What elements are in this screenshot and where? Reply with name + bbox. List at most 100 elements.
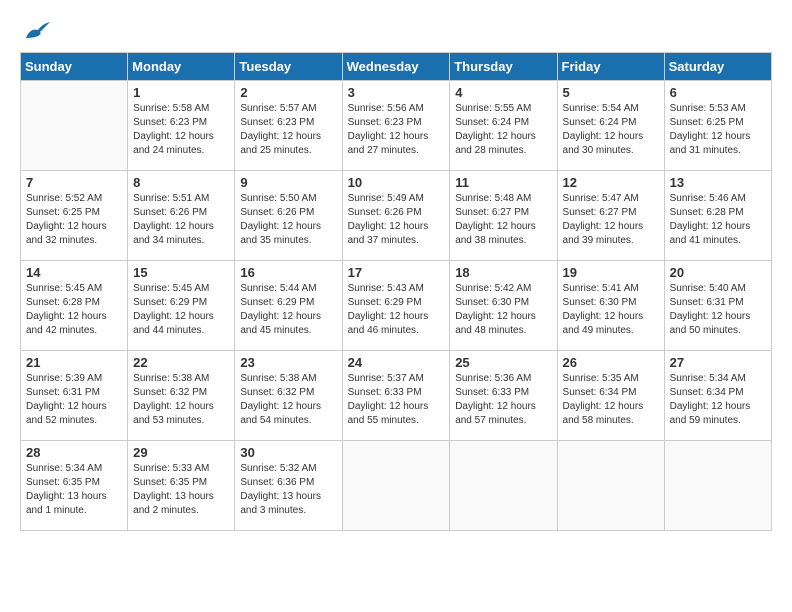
calendar-cell: 11 Sunrise: 5:48 AM Sunset: 6:27 PM Dayli… [450, 171, 557, 261]
calendar-week-0: 1 Sunrise: 5:58 AM Sunset: 6:23 PM Daylig… [21, 81, 772, 171]
day-info: Sunrise: 5:33 AM Sunset: 6:35 PM Dayligh… [133, 462, 229, 518]
day-info: Sunrise: 5:34 AM Sunset: 6:34 PM Dayligh… [670, 372, 766, 428]
day-info: Sunrise: 5:42 AM Sunset: 6:30 PM Dayligh… [455, 282, 551, 338]
day-info: Sunrise: 5:39 AM Sunset: 6:31 PM Dayligh… [26, 372, 122, 428]
calendar-week-1: 7 Sunrise: 5:52 AM Sunset: 6:25 PM Daylig… [21, 171, 772, 261]
day-number: 29 [133, 445, 229, 460]
day-number: 9 [240, 175, 336, 190]
day-info: Sunrise: 5:57 AM Sunset: 6:23 PM Dayligh… [240, 102, 336, 158]
day-number: 22 [133, 355, 229, 370]
calendar-cell: 21 Sunrise: 5:39 AM Sunset: 6:31 PM Dayli… [21, 351, 128, 441]
day-info: Sunrise: 5:47 AM Sunset: 6:27 PM Dayligh… [563, 192, 659, 248]
calendar-cell: 26 Sunrise: 5:35 AM Sunset: 6:34 PM Dayli… [557, 351, 664, 441]
day-number: 13 [670, 175, 766, 190]
calendar-cell: 29 Sunrise: 5:33 AM Sunset: 6:35 PM Dayli… [128, 441, 235, 531]
day-number: 28 [26, 445, 122, 460]
day-number: 24 [348, 355, 445, 370]
calendar-cell [664, 441, 771, 531]
calendar-cell: 16 Sunrise: 5:44 AM Sunset: 6:29 PM Dayli… [235, 261, 342, 351]
calendar-cell: 27 Sunrise: 5:34 AM Sunset: 6:34 PM Dayli… [664, 351, 771, 441]
calendar-cell: 23Sunrise: 5:38 AM Sunset: 6:32 PM Dayli… [235, 351, 342, 441]
calendar-cell: 22 Sunrise: 5:38 AM Sunset: 6:32 PM Dayli… [128, 351, 235, 441]
day-number: 3 [348, 85, 445, 100]
day-info: Sunrise: 5:53 AM Sunset: 6:25 PM Dayligh… [670, 102, 766, 158]
day-info: Sunrise: 5:58 AM Sunset: 6:23 PM Dayligh… [133, 102, 229, 158]
day-number: 27 [670, 355, 766, 370]
calendar-cell: 3 Sunrise: 5:56 AM Sunset: 6:23 PM Daylig… [342, 81, 450, 171]
calendar-table: SundayMondayTuesdayWednesdayThursdayFrid… [20, 52, 772, 531]
day-number: 26 [563, 355, 659, 370]
day-number: 10 [348, 175, 445, 190]
calendar-cell: 14 Sunrise: 5:45 AM Sunset: 6:28 PM Dayli… [21, 261, 128, 351]
day-number: 15 [133, 265, 229, 280]
day-info: Sunrise: 5:54 AM Sunset: 6:24 PM Dayligh… [563, 102, 659, 158]
day-info: Sunrise: 5:32 AM Sunset: 6:36 PM Dayligh… [240, 462, 336, 518]
calendar-cell: 24 Sunrise: 5:37 AM Sunset: 6:33 PM Dayli… [342, 351, 450, 441]
day-number: 11 [455, 175, 551, 190]
day-number: 20 [670, 265, 766, 280]
day-info: Sunrise: 5:34 AM Sunset: 6:35 PM Dayligh… [26, 462, 122, 518]
day-info: Sunrise: 5:46 AM Sunset: 6:28 PM Dayligh… [670, 192, 766, 248]
day-header-friday: Friday [557, 53, 664, 81]
calendar-cell: 19 Sunrise: 5:41 AM Sunset: 6:30 PM Dayli… [557, 261, 664, 351]
day-header-tuesday: Tuesday [235, 53, 342, 81]
day-number: 17 [348, 265, 445, 280]
day-info: Sunrise: 5:52 AM Sunset: 6:25 PM Dayligh… [26, 192, 122, 248]
day-info: Sunrise: 5:45 AM Sunset: 6:28 PM Dayligh… [26, 282, 122, 338]
logo [20, 20, 50, 42]
day-number: 6 [670, 85, 766, 100]
day-number: 18 [455, 265, 551, 280]
calendar-cell [450, 441, 557, 531]
day-number: 8 [133, 175, 229, 190]
day-info: Sunrise: 5:38 AM Sunset: 6:32 PM Dayligh… [133, 372, 229, 428]
day-number: 4 [455, 85, 551, 100]
day-header-sunday: Sunday [21, 53, 128, 81]
day-header-wednesday: Wednesday [342, 53, 450, 81]
day-number: 19 [563, 265, 659, 280]
calendar-cell: 6 Sunrise: 5:53 AM Sunset: 6:25 PM Daylig… [664, 81, 771, 171]
calendar-week-2: 14 Sunrise: 5:45 AM Sunset: 6:28 PM Dayli… [21, 261, 772, 351]
day-number: 23 [240, 355, 336, 370]
day-info: Sunrise: 5:45 AM Sunset: 6:29 PM Dayligh… [133, 282, 229, 338]
calendar-cell: 28 Sunrise: 5:34 AM Sunset: 6:35 PM Dayli… [21, 441, 128, 531]
day-number: 1 [133, 85, 229, 100]
calendar-cell: 15 Sunrise: 5:45 AM Sunset: 6:29 PM Dayli… [128, 261, 235, 351]
day-number: 16 [240, 265, 336, 280]
day-header-thursday: Thursday [450, 53, 557, 81]
day-info: Sunrise: 5:48 AM Sunset: 6:27 PM Dayligh… [455, 192, 551, 248]
calendar-cell: 1 Sunrise: 5:58 AM Sunset: 6:23 PM Daylig… [128, 81, 235, 171]
calendar-cell: 30 Sunrise: 5:32 AM Sunset: 6:36 PM Dayli… [235, 441, 342, 531]
day-info: Sunrise: 5:41 AM Sunset: 6:30 PM Dayligh… [563, 282, 659, 338]
day-info: Sunrise: 5:40 AM Sunset: 6:31 PM Dayligh… [670, 282, 766, 338]
day-info: Sunrise: 5:51 AM Sunset: 6:26 PM Dayligh… [133, 192, 229, 248]
calendar-week-3: 21 Sunrise: 5:39 AM Sunset: 6:31 PM Dayli… [21, 351, 772, 441]
calendar-cell: 10 Sunrise: 5:49 AM Sunset: 6:26 PM Dayli… [342, 171, 450, 261]
day-number: 7 [26, 175, 122, 190]
calendar-header-row: SundayMondayTuesdayWednesdayThursdayFrid… [21, 53, 772, 81]
day-number: 12 [563, 175, 659, 190]
day-number: 14 [26, 265, 122, 280]
day-info: Sunrise: 5:55 AM Sunset: 6:24 PM Dayligh… [455, 102, 551, 158]
day-number: 30 [240, 445, 336, 460]
day-number: 21 [26, 355, 122, 370]
logo-bird-icon [22, 20, 50, 42]
day-info: Sunrise: 5:44 AM Sunset: 6:29 PM Dayligh… [240, 282, 336, 338]
day-number: 5 [563, 85, 659, 100]
calendar-cell [557, 441, 664, 531]
calendar-cell: 20 Sunrise: 5:40 AM Sunset: 6:31 PM Dayli… [664, 261, 771, 351]
calendar-cell: 7 Sunrise: 5:52 AM Sunset: 6:25 PM Daylig… [21, 171, 128, 261]
calendar-cell: 17Sunrise: 5:43 AM Sunset: 6:29 PM Dayli… [342, 261, 450, 351]
calendar-cell: 18 Sunrise: 5:42 AM Sunset: 6:30 PM Dayli… [450, 261, 557, 351]
calendar-cell: 8 Sunrise: 5:51 AM Sunset: 6:26 PM Daylig… [128, 171, 235, 261]
calendar-cell [21, 81, 128, 171]
calendar-cell: 9Sunrise: 5:50 AM Sunset: 6:26 PM Daylig… [235, 171, 342, 261]
calendar-cell: 25Sunrise: 5:36 AM Sunset: 6:33 PM Dayli… [450, 351, 557, 441]
calendar-week-4: 28 Sunrise: 5:34 AM Sunset: 6:35 PM Dayli… [21, 441, 772, 531]
day-info: Sunrise: 5:49 AM Sunset: 6:26 PM Dayligh… [348, 192, 445, 248]
calendar-cell: 12 Sunrise: 5:47 AM Sunset: 6:27 PM Dayli… [557, 171, 664, 261]
calendar-cell: 4 Sunrise: 5:55 AM Sunset: 6:24 PM Daylig… [450, 81, 557, 171]
day-info: Sunrise: 5:37 AM Sunset: 6:33 PM Dayligh… [348, 372, 445, 428]
day-info: Sunrise: 5:35 AM Sunset: 6:34 PM Dayligh… [563, 372, 659, 428]
day-info: Sunrise: 5:56 AM Sunset: 6:23 PM Dayligh… [348, 102, 445, 158]
calendar-cell: 5 Sunrise: 5:54 AM Sunset: 6:24 PM Daylig… [557, 81, 664, 171]
